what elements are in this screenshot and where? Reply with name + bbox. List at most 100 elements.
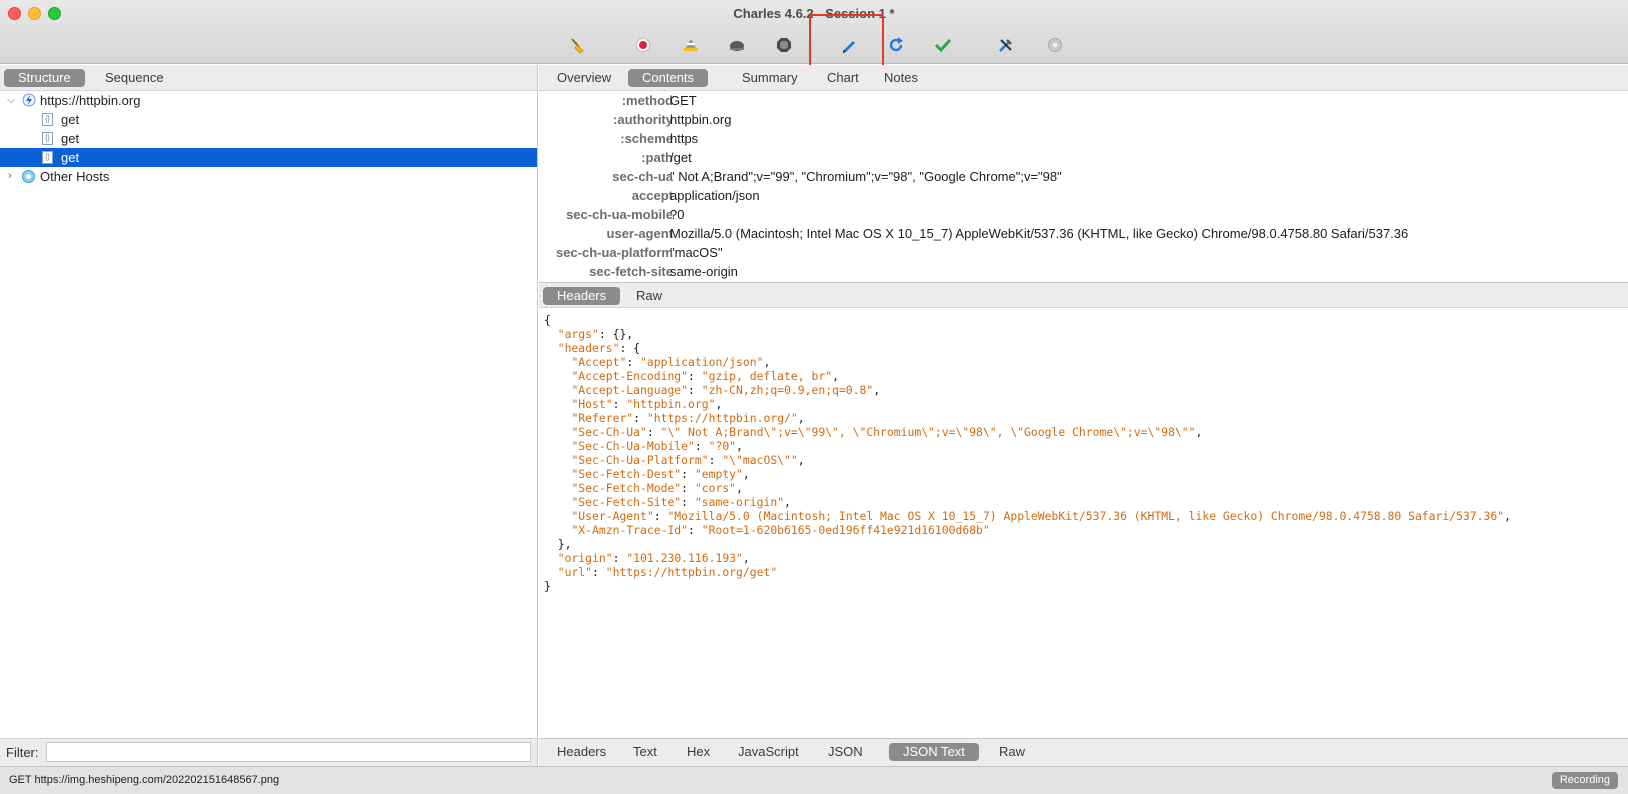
json-line: "Accept": "application/json", — [571, 355, 771, 369]
json-key: "Accept-Language" — [571, 383, 689, 397]
tree-other-hosts-row[interactable]: › Other Hosts — [0, 167, 537, 186]
title-bar: Charles 4.6.2 - Session 1 * — [0, 0, 1628, 76]
turtle-icon[interactable] — [726, 34, 748, 56]
tab-response-json[interactable]: JSON — [814, 743, 877, 761]
tab-contents[interactable]: Contents — [628, 69, 709, 87]
tab-response-json-text[interactable]: JSON Text — [889, 743, 979, 761]
json-key: "args" — [557, 327, 599, 341]
header-row[interactable]: user-agent Mozilla/5.0 (Macintosh; Intel … — [539, 224, 1628, 243]
json-key: "headers" — [557, 341, 620, 355]
tab-response-text[interactable]: Text — [619, 743, 671, 761]
header-key: sec-fetch-site — [589, 264, 673, 279]
repeat-icon[interactable] — [885, 34, 907, 56]
json-key: "Sec-Ch-Ua-Platform" — [571, 453, 709, 467]
header-row[interactable]: sec-ch-ua " Not A;Brand";v="99", "Chromiu… — [539, 167, 1628, 186]
recording-badge[interactable]: Recording — [1551, 772, 1618, 789]
stop-icon[interactable] — [773, 34, 795, 56]
header-key: :scheme — [620, 131, 673, 146]
broom-icon[interactable] — [566, 34, 588, 56]
response-json-view[interactable]: { "args": {}, "headers": { "Accept": "ap… — [544, 313, 1511, 593]
json-line: "Referer": "https://httpbin.org/", — [571, 411, 805, 425]
header-row[interactable]: :scheme https — [539, 129, 1628, 148]
header-row[interactable]: sec-ch-ua-platform "macOS" — [539, 243, 1628, 262]
chevron-down-icon[interactable]: ⌵ — [7, 91, 15, 110]
header-value: "macOS" — [670, 245, 723, 260]
tree-request-row[interactable]: {} get — [0, 129, 537, 148]
json-key: "Referer" — [571, 411, 634, 425]
json-string-value: "empty" — [694, 467, 743, 481]
json-string-value: "\"macOS\"" — [722, 453, 798, 467]
chevron-right-icon[interactable]: › — [8, 167, 12, 186]
tab-response-hex[interactable]: Hex — [673, 743, 724, 761]
view-switcher: Structure Sequence — [0, 65, 537, 91]
json-line: "Accept-Encoding": "gzip, deflate, br", — [571, 369, 839, 383]
json-string-value: "gzip, deflate, br" — [701, 369, 833, 383]
header-row[interactable]: :method GET — [539, 91, 1628, 110]
json-key: "Sec-Fetch-Dest" — [571, 467, 682, 481]
header-key: sec-ch-ua-platform — [555, 245, 673, 260]
tab-summary[interactable]: Summary — [728, 69, 812, 87]
header-value: ?0 — [670, 207, 685, 222]
tab-overview[interactable]: Overview — [543, 69, 625, 87]
header-value: /get — [670, 150, 692, 165]
header-row[interactable]: accept application/json — [539, 186, 1628, 205]
json-string-value: "https://httpbin.org/" — [646, 411, 798, 425]
filter-input[interactable] — [46, 742, 531, 762]
json-line: "Sec-Ch-Ua-Mobile": "?0", — [571, 439, 743, 453]
response-subtabs: Headers Text Hex JavaScript JSON JSON Te… — [539, 738, 1628, 766]
tab-request-headers[interactable]: Headers — [543, 287, 621, 305]
header-value: application/json — [670, 188, 760, 203]
json-key: "Accept-Encoding" — [571, 369, 689, 383]
json-key: "X-Amzn-Trace-Id" — [571, 523, 689, 537]
settings-icon[interactable] — [1044, 34, 1066, 56]
status-text: GET https://img.heshipeng.com/2022021516… — [9, 774, 280, 786]
tab-chart[interactable]: Chart — [813, 69, 873, 87]
header-key: :method — [621, 93, 673, 108]
tab-structure[interactable]: Structure — [4, 69, 85, 87]
json-line: "Host": "httpbin.org", — [571, 397, 723, 411]
tab-notes[interactable]: Notes — [870, 69, 932, 87]
json-line: "User-Agent": "Mozilla/5.0 (Macintosh; I… — [571, 509, 1511, 523]
request-label: get — [61, 131, 80, 146]
header-key: sec-ch-ua — [612, 169, 673, 184]
header-key: user-agent — [606, 226, 673, 241]
header-key: sec-ch-ua-mobile — [566, 207, 673, 222]
tab-response-raw[interactable]: Raw — [985, 743, 1039, 761]
header-row[interactable]: sec-fetch-site same-origin — [539, 262, 1628, 281]
json-line: "url": "https://httpbin.org/get" — [557, 565, 778, 579]
json-line: "X-Amzn-Trace-Id": "Root=1-620b6165-0ed1… — [571, 523, 990, 537]
tools-icon[interactable] — [995, 34, 1017, 56]
header-row[interactable]: sec-ch-ua-mobile ?0 — [539, 205, 1628, 224]
other-hosts-label: Other Hosts — [40, 169, 110, 184]
json-line: }, — [544, 537, 572, 551]
record-icon[interactable] — [632, 34, 654, 56]
tab-response-headers[interactable]: Headers — [543, 743, 620, 761]
header-row[interactable]: :authority httpbin.org — [539, 110, 1628, 129]
tree-host-row[interactable]: ⌵ https://httpbin.org — [0, 91, 537, 110]
json-line: "headers": { — [557, 341, 641, 355]
request-headers-table: :method GET:authority httpbin.org:scheme ht… — [539, 91, 1628, 281]
json-line: { — [544, 313, 551, 327]
json-file-icon: {} — [42, 151, 53, 164]
header-value: https — [670, 131, 699, 146]
json-line: "Sec-Fetch-Dest": "empty", — [571, 467, 750, 481]
json-key: "Host" — [571, 397, 613, 411]
header-value: Mozilla/5.0 (Macintosh; Intel Mac OS X 1… — [670, 226, 1409, 241]
tab-response-javascript[interactable]: JavaScript — [724, 743, 813, 761]
tab-sequence[interactable]: Sequence — [91, 69, 178, 87]
tab-request-raw[interactable]: Raw — [622, 287, 676, 305]
json-line: "Sec-Ch-Ua-Platform": "\"macOS\"", — [571, 453, 805, 467]
json-file-icon: {} — [42, 113, 53, 126]
tree-request-row-selected[interactable]: {} get — [0, 148, 537, 167]
json-string-value: "application/json" — [640, 355, 764, 369]
throttle-icon[interactable] — [680, 34, 702, 56]
tree-request-row[interactable]: {} get — [0, 110, 537, 129]
json-line: "origin": "101.230.116.193", — [557, 551, 750, 565]
validate-icon[interactable] — [932, 34, 954, 56]
json-line: } — [544, 579, 551, 593]
filter-label: Filter: — [6, 745, 39, 760]
left-pane: Structure Sequence ⌵ https://httpbin.org… — [0, 65, 538, 766]
json-line: "args": {}, — [557, 327, 634, 341]
charles-window: Charles 4.6.2 - Session 1 * Structure Se… — [0, 0, 1628, 794]
header-row[interactable]: :path/get — [539, 148, 1628, 167]
